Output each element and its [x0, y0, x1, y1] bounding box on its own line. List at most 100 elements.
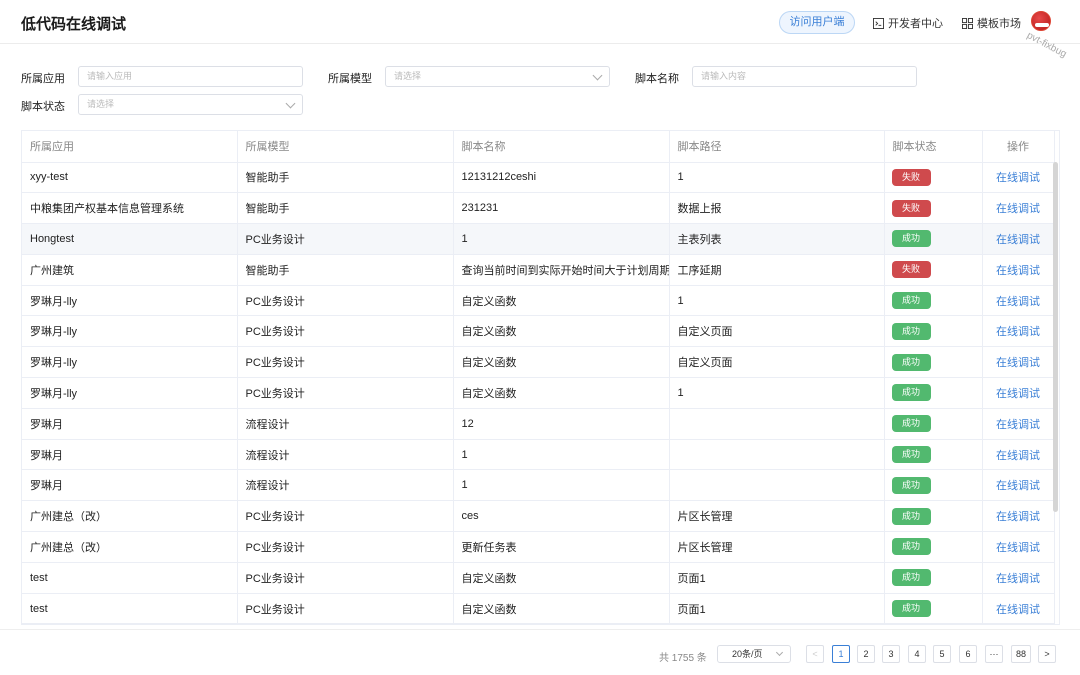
developer-center-link[interactable]: 开发者中心	[873, 15, 943, 31]
page-button-4[interactable]: 4	[908, 645, 926, 663]
col-header-status[interactable]: 脚本状态	[884, 131, 983, 163]
chevron-down-icon	[775, 648, 784, 657]
col-header-script-path[interactable]: 脚本路径	[669, 131, 885, 163]
cell-action: 在线调试	[982, 562, 1055, 594]
page-button-3[interactable]: 3	[882, 645, 900, 663]
page-button-1[interactable]: 1	[832, 645, 850, 663]
cell-script-path	[669, 408, 885, 440]
cell-script-name: 自定义函数	[453, 315, 670, 348]
table-scrollbar[interactable]	[1053, 162, 1058, 512]
status-badge: 失败	[891, 261, 931, 279]
cell-model: PC业务设计	[237, 500, 454, 533]
cell-action: 在线调试	[982, 469, 1055, 502]
top-header: 低代码在线调试 访问用户端 开发者中心 模板市场 pvt-fixbug	[0, 0, 1080, 60]
status-badge: 失败	[891, 168, 931, 186]
cell-script-name: 231231	[453, 192, 670, 225]
table-row: Hongtest PC业务设计 1 主表列表 成功 在线调试	[22, 223, 1055, 255]
cell-app: 广州建总（改）	[22, 531, 238, 563]
online-debug-link[interactable]: 在线调试	[996, 357, 1040, 369]
page-button-2[interactable]: 2	[857, 645, 875, 663]
cell-app: 罗琳月-lly	[22, 315, 238, 348]
cell-action: 在线调试	[982, 285, 1055, 317]
cell-model: 流程设计	[237, 408, 454, 440]
online-debug-link[interactable]: 在线调试	[996, 265, 1040, 277]
status-badge: 成功	[891, 353, 931, 371]
cell-model: 智能助手	[237, 192, 454, 225]
cell-script-path: 片区长管理	[669, 500, 885, 533]
cell-action: 在线调试	[982, 408, 1055, 440]
table-row: 罗琳月-lly PC业务设计 自定义函数 自定义页面 成功 在线调试	[22, 315, 1055, 348]
online-debug-link[interactable]: 在线调试	[996, 234, 1040, 246]
col-header-app[interactable]: 所属应用	[22, 131, 238, 163]
online-debug-link[interactable]: 在线调试	[996, 296, 1040, 308]
cell-script-path: 主表列表	[669, 223, 885, 255]
online-debug-link[interactable]: 在线调试	[996, 480, 1040, 492]
cell-app: 罗琳月	[22, 469, 238, 502]
table-row: 罗琳月-lly PC业务设计 自定义函数 1 成功 在线调试	[22, 285, 1055, 317]
table-row: test PC业务设计 自定义函数 页面1 成功 在线调试	[22, 562, 1055, 594]
user-avatar[interactable]	[1031, 11, 1051, 31]
page-button-6[interactable]: 6	[959, 645, 977, 663]
cell-action: 在线调试	[982, 593, 1055, 624]
terminal-icon	[873, 17, 884, 29]
cell-status: 失败	[884, 254, 983, 286]
cell-script-path: 页面1	[669, 593, 885, 624]
prev-page-button[interactable]: <	[806, 645, 824, 663]
table-header-row: 所属应用 所属模型 脚本名称 脚本路径 脚本状态 操作	[22, 131, 1055, 163]
online-debug-link[interactable]: 在线调试	[996, 203, 1040, 215]
cell-action: 在线调试	[982, 500, 1055, 533]
cell-model: PC业务设计	[237, 562, 454, 594]
status-badge: 成功	[891, 538, 931, 556]
cell-action: 在线调试	[982, 531, 1055, 563]
script-name-filter-input[interactable]: 请输入内容	[692, 66, 917, 87]
online-debug-link[interactable]: 在线调试	[996, 172, 1040, 184]
online-debug-link[interactable]: 在线调试	[996, 419, 1040, 431]
table-row: xyy-test 智能助手 12131212ceshi 1 失败 在线调试	[22, 162, 1055, 194]
chevron-down-icon	[285, 98, 296, 109]
model-filter-placeholder: 请选择	[394, 71, 422, 81]
status-badge: 成功	[891, 476, 931, 494]
branch-watermark: pvt-fixbug	[1024, 30, 1069, 61]
online-debug-link[interactable]: 在线调试	[996, 604, 1040, 616]
cell-app: xyy-test	[22, 162, 238, 194]
script-name-filter-label: 脚本名称	[635, 73, 679, 85]
grid-icon	[962, 17, 973, 29]
cell-action: 在线调试	[982, 346, 1055, 379]
online-debug-link[interactable]: 在线调试	[996, 326, 1040, 338]
page-size-select[interactable]: 20条/页	[717, 645, 791, 663]
status-badge: 成功	[891, 384, 931, 402]
cell-script-path: 数据上报	[669, 192, 885, 225]
page-button-last[interactable]: 88	[1011, 645, 1031, 663]
page-button-5[interactable]: 5	[933, 645, 951, 663]
cell-script-name: 12131212ceshi	[453, 162, 670, 194]
cell-script-name: 1	[453, 469, 670, 502]
cell-model: PC业务设计	[237, 346, 454, 379]
cell-script-path: 1	[669, 377, 885, 409]
cell-script-path: 1	[669, 285, 885, 317]
next-page-button[interactable]: >	[1038, 645, 1056, 663]
table-row: 中粮集团产权基本信息管理系统 智能助手 231231 数据上报 失败 在线调试	[22, 192, 1055, 225]
col-header-script-name[interactable]: 脚本名称	[453, 131, 670, 163]
template-market-link[interactable]: 模板市场	[962, 15, 1021, 31]
cell-status: 成功	[884, 562, 983, 594]
cell-script-path	[669, 439, 885, 471]
col-header-model[interactable]: 所属模型	[237, 131, 454, 163]
cell-script-path	[669, 469, 885, 502]
visit-user-button[interactable]: 访问用户端	[779, 11, 855, 34]
model-filter-select[interactable]: 请选择	[385, 66, 610, 87]
online-debug-link[interactable]: 在线调试	[996, 573, 1040, 585]
app-filter-input[interactable]: 请输入应用	[78, 66, 303, 87]
cell-script-name: 12	[453, 408, 670, 440]
page-ellipsis-button[interactable]: ···	[985, 645, 1003, 663]
cell-status: 成功	[884, 469, 983, 502]
online-debug-link[interactable]: 在线调试	[996, 511, 1040, 523]
online-debug-link[interactable]: 在线调试	[996, 388, 1040, 400]
pagination: 共 1755 条 20条/页 < 1 2 3 4 5 6 ··· 88 >	[0, 629, 1080, 675]
online-debug-link[interactable]: 在线调试	[996, 542, 1040, 554]
cell-status: 失败	[884, 162, 983, 194]
online-debug-link[interactable]: 在线调试	[996, 450, 1040, 462]
status-badge: 成功	[891, 230, 931, 248]
cell-action: 在线调试	[982, 192, 1055, 225]
cell-action: 在线调试	[982, 162, 1055, 194]
status-filter-select[interactable]: 请选择	[78, 94, 303, 115]
